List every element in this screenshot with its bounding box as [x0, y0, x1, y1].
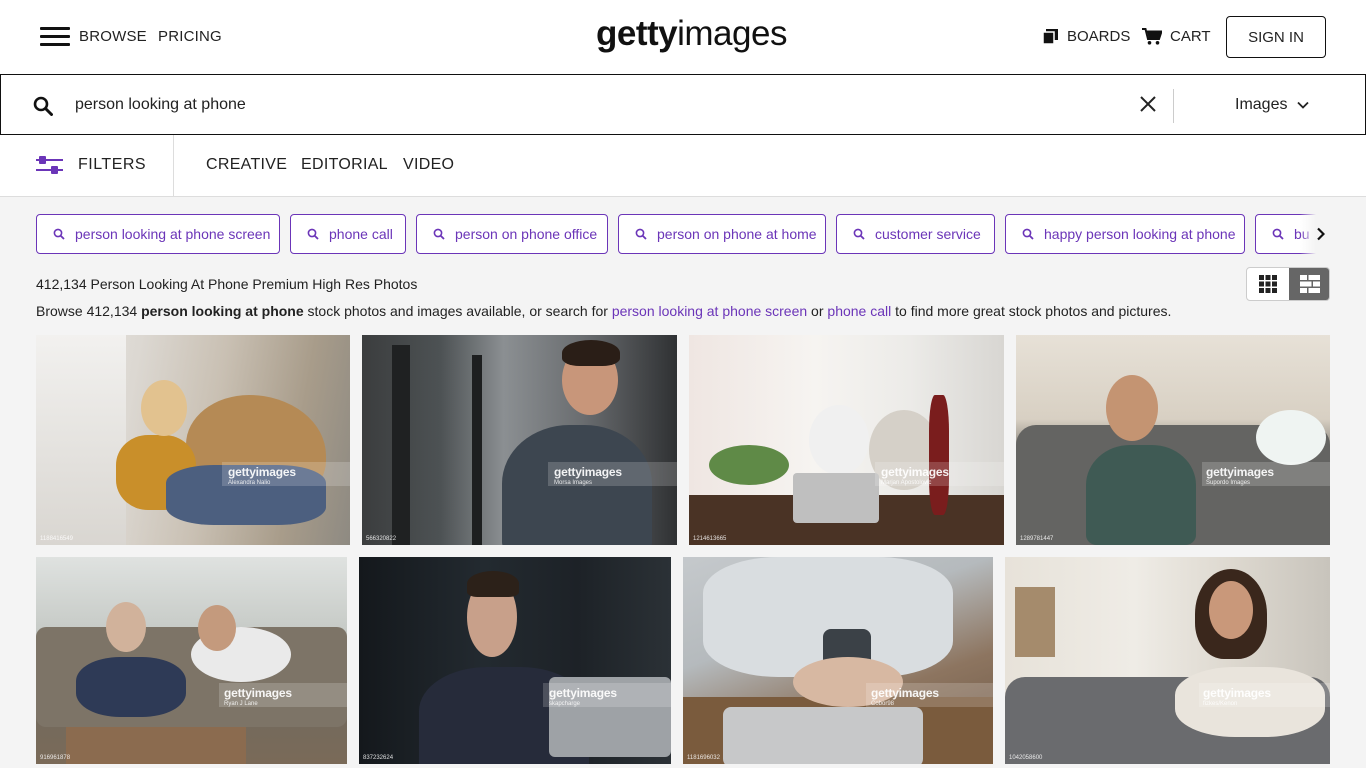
chips-next-button[interactable]: [1300, 214, 1340, 254]
related-search-chip[interactable]: phone call: [290, 214, 406, 254]
watermark-text: gettyimages: [1203, 686, 1271, 700]
boards-icon: [1043, 29, 1058, 44]
tab-video[interactable]: VIDEO: [403, 156, 454, 174]
image-result[interactable]: gettyimages fizkes/Kenon 1042058600: [1005, 557, 1330, 764]
chip-label: phone call: [329, 226, 393, 242]
media-type-label: Images: [1235, 96, 1288, 113]
watermark-text: gettyimages: [881, 465, 949, 479]
cart-icon: [1142, 28, 1162, 45]
filters-icon: [36, 156, 63, 174]
chip-label: happy person looking at phone: [1044, 226, 1236, 242]
watermark-text: gettyimages: [554, 465, 622, 479]
image-id: 837232624: [363, 755, 394, 761]
desc-text: Browse 412,134: [36, 303, 142, 319]
search-icon: [635, 228, 647, 240]
cart-label: CART: [1170, 28, 1211, 45]
image-id: 1289781447: [1020, 536, 1054, 542]
image-credit: Marjan Apostolovic: [881, 480, 932, 486]
search-icon: [1272, 228, 1284, 240]
media-type-select[interactable]: Images: [1235, 96, 1310, 114]
image-result[interactable]: gettyimages Alexandra Nalio 1188416549: [36, 335, 350, 545]
image-credit: Cobor98: [871, 701, 895, 707]
grid-icon: [1259, 275, 1277, 293]
cart-link[interactable]: CART: [1142, 28, 1211, 45]
logo-bold-text: getty: [596, 14, 678, 53]
image-id: 1042058600: [1009, 755, 1043, 761]
site-header: BROWSE PRICING gettyimages BOARDS CART S…: [0, 0, 1366, 74]
chevron-down-icon: [1297, 101, 1310, 109]
suggestion-link[interactable]: phone call: [827, 303, 891, 319]
watermark-text: gettyimages: [1206, 465, 1274, 479]
image-result[interactable]: gettyimages Marjan Apostolovic 121461366…: [689, 335, 1004, 545]
search-icon[interactable]: [33, 96, 53, 116]
related-search-chip[interactable]: customer service: [836, 214, 995, 254]
related-search-chip[interactable]: happy person looking at phone: [1005, 214, 1245, 254]
watermark-text: gettyimages: [228, 465, 296, 479]
desc-text: stock photos and images available, or se…: [303, 303, 612, 319]
related-searches: person looking at phone screen phone cal…: [36, 214, 1330, 254]
search-bar: Images: [0, 74, 1366, 135]
related-search-chip[interactable]: person looking at phone screen: [36, 214, 280, 254]
search-divider: [1173, 89, 1174, 123]
watermark-text: gettyimages: [871, 686, 939, 700]
desc-text: to find more great stock photos and pict…: [891, 303, 1172, 319]
getty-images-logo[interactable]: gettyimages: [596, 14, 787, 54]
boards-link[interactable]: BOARDS: [1043, 28, 1130, 45]
image-result[interactable]: gettyimages Morsa Images 566320822: [362, 335, 677, 545]
watermark-text: gettyimages: [224, 686, 292, 700]
search-icon: [307, 228, 319, 240]
tab-editorial[interactable]: EDITORIAL: [301, 156, 388, 174]
close-icon[interactable]: [1139, 95, 1157, 113]
results-count: 412,134 Person Looking At Phone Premium …: [36, 276, 418, 292]
image-id: 1181696032: [687, 755, 720, 761]
image-result[interactable]: gettyimages Cobor98 1181696032: [683, 557, 993, 764]
image-credit: Alexandra Nalio: [228, 480, 271, 486]
view-toggle: [1246, 267, 1330, 301]
mosaic-icon: [1300, 275, 1320, 293]
desc-query: person looking at phone: [141, 303, 304, 319]
image-credit: fizkes/Kenon: [1203, 701, 1238, 707]
image-credit: Morsa Images: [554, 480, 593, 486]
chip-label: person on phone at home: [657, 226, 817, 242]
search-icon: [1022, 228, 1034, 240]
desc-text: or: [807, 303, 828, 319]
logo-thin-text: images: [677, 14, 787, 53]
grid-view-button[interactable]: [1247, 268, 1289, 300]
image-credit: Ryan J Lane: [224, 701, 258, 707]
image-result[interactable]: gettyimages Ryan J Lane 916961878: [36, 557, 347, 764]
image-result[interactable]: gettyimages skapcharge 837232624: [359, 557, 671, 764]
pricing-link[interactable]: PRICING: [158, 28, 222, 45]
image-id: 1188416549: [40, 536, 73, 542]
chip-label: person looking at phone screen: [75, 226, 271, 242]
filter-bar: FILTERS CREATIVE EDITORIAL VIDEO: [0, 135, 1366, 197]
tab-creative[interactable]: CREATIVE: [206, 156, 287, 174]
menu-icon[interactable]: [40, 27, 70, 47]
search-icon: [433, 228, 445, 240]
browse-link[interactable]: BROWSE: [79, 28, 147, 45]
mosaic-view-button[interactable]: [1289, 268, 1329, 300]
image-result[interactable]: gettyimages Supordo Images 1289781447: [1016, 335, 1330, 545]
image-id: 566320822: [366, 536, 397, 542]
related-search-chip[interactable]: person on phone at home: [618, 214, 826, 254]
boards-label: BOARDS: [1067, 28, 1131, 45]
image-id: 1214613665: [693, 536, 727, 542]
search-icon: [53, 228, 65, 240]
related-search-chip[interactable]: person on phone office: [416, 214, 608, 254]
chip-label: person on phone office: [455, 226, 598, 242]
watermark-text: gettyimages: [549, 686, 617, 700]
sign-in-button[interactable]: SIGN IN: [1226, 16, 1326, 58]
chevron-right-icon: [1316, 227, 1325, 241]
filters-label: FILTERS: [78, 156, 147, 173]
suggestion-link[interactable]: person looking at phone screen: [612, 303, 807, 319]
search-icon: [853, 228, 865, 240]
search-input[interactable]: [75, 93, 1115, 117]
results-description: Browse 412,134 person looking at phone s…: [36, 303, 1171, 319]
image-credit: skapcharge: [549, 701, 581, 707]
filters-button[interactable]: FILTERS: [0, 135, 174, 197]
chip-label: customer service: [875, 226, 981, 242]
image-credit: Supordo Images: [1206, 480, 1251, 486]
image-id: 916961878: [40, 755, 71, 761]
